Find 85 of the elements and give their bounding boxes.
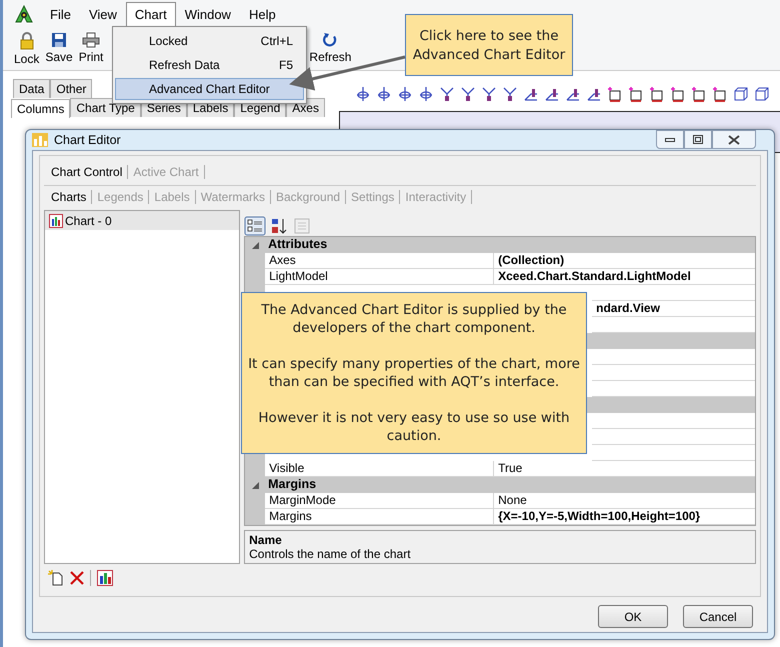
tab[interactable]: Charts bbox=[46, 190, 92, 204]
menu-item[interactable]: Advanced Chart Editor bbox=[115, 78, 304, 100]
shortcut-label: F5 bbox=[278, 58, 293, 72]
menu-item[interactable]: Help bbox=[240, 2, 285, 26]
close-button[interactable] bbox=[712, 130, 756, 149]
menu-item-label: Advanced Chart Editor bbox=[149, 82, 270, 96]
box-tool-icon[interactable] bbox=[607, 86, 623, 102]
menu-item[interactable]: Locked Ctrl+L bbox=[115, 30, 304, 52]
shortcut-label: Ctrl+L bbox=[260, 34, 293, 48]
toolbar-button[interactable]: Lock bbox=[11, 28, 42, 70]
rotate-icon[interactable] bbox=[355, 86, 371, 102]
property-value[interactable]: True bbox=[494, 461, 755, 477]
property-value[interactable]: Xceed.Chart.Standard.LightModel bbox=[494, 269, 755, 285]
save-icon bbox=[51, 32, 68, 48]
axis-tool-icon[interactable] bbox=[439, 86, 455, 102]
toolbar-button[interactable]: Print bbox=[76, 28, 106, 70]
rotate-icon[interactable] bbox=[397, 86, 413, 102]
property-value[interactable]: {X=-10,Y=-5,Width=100,Height=100} bbox=[494, 509, 755, 525]
maximize-button[interactable] bbox=[684, 130, 712, 149]
tab[interactable]: Columns bbox=[11, 99, 70, 118]
property-value[interactable]: ndard.View bbox=[592, 301, 755, 317]
property-name: Axes bbox=[265, 253, 494, 269]
lock-icon bbox=[18, 32, 35, 50]
axis-tool-icon[interactable] bbox=[586, 86, 602, 102]
sort-alphabetical-button[interactable] bbox=[270, 216, 288, 236]
menu-item[interactable]: File bbox=[41, 2, 80, 26]
delete-button[interactable] bbox=[70, 571, 84, 585]
maximize-icon bbox=[693, 135, 703, 144]
property-value[interactable]: None bbox=[494, 493, 755, 509]
tab[interactable]: Chart Control bbox=[46, 165, 128, 179]
menu-item[interactable]: Refresh Data F5 bbox=[115, 54, 304, 76]
category-label: Attributes bbox=[267, 237, 328, 253]
toolbar-button[interactable]: Save bbox=[42, 28, 76, 70]
axis-tool-icon[interactable] bbox=[565, 86, 581, 102]
minimize-icon bbox=[665, 138, 675, 142]
property-name: MarginMode bbox=[265, 493, 494, 509]
printer-icon bbox=[82, 32, 100, 48]
expand-icon[interactable] bbox=[252, 242, 259, 248]
toolbar-button[interactable]: Refresh bbox=[306, 28, 354, 70]
box-tool-icon[interactable] bbox=[649, 86, 665, 102]
box-tool-icon[interactable] bbox=[670, 86, 686, 102]
description-title: Name bbox=[249, 533, 283, 547]
callout-text: It can specify many properties of the chart, more than can be specified with AQT’s interface. bbox=[248, 355, 580, 391]
axis-tool-icon[interactable] bbox=[481, 86, 497, 102]
categorized-view-button[interactable] bbox=[244, 216, 266, 236]
axis-tool-icon[interactable] bbox=[502, 86, 518, 102]
menu-item[interactable]: Window bbox=[176, 2, 240, 26]
rotate-icon[interactable] bbox=[418, 86, 434, 102]
menu-item-label: Locked bbox=[149, 34, 188, 48]
callout-text: However it is not very easy to use so use with caution. bbox=[257, 409, 571, 445]
new-document-button[interactable] bbox=[48, 570, 64, 586]
property-name: LightModel bbox=[265, 269, 494, 285]
category-label: Margins bbox=[267, 477, 318, 493]
cube-icon[interactable] bbox=[733, 86, 749, 102]
callout-text: The Advanced Chart Editor is supplied by the developers of the chart component. bbox=[260, 301, 568, 337]
axis-tool-icon[interactable] bbox=[523, 86, 539, 102]
chart-icon bbox=[32, 133, 48, 147]
window-title: Chart Editor bbox=[54, 133, 121, 147]
bar-chart-icon bbox=[49, 214, 63, 228]
close-icon bbox=[728, 134, 740, 144]
box-tool-icon[interactable] bbox=[691, 86, 707, 102]
rotate-icon[interactable] bbox=[376, 86, 392, 102]
dialog-button[interactable]: OK bbox=[598, 605, 668, 628]
axis-tool-icon[interactable] bbox=[544, 86, 560, 102]
callout-text: Click here to see the Advanced Chart Editor bbox=[412, 27, 566, 65]
description-text: Controls the name of the chart bbox=[249, 547, 412, 561]
property-name: Margins bbox=[265, 509, 494, 525]
chart-properties-button[interactable] bbox=[97, 570, 113, 586]
tab[interactable]: Other bbox=[50, 79, 92, 98]
menu-item-label: Refresh Data bbox=[149, 58, 220, 72]
box-tool-icon[interactable] bbox=[628, 86, 644, 102]
box-tool-icon[interactable] bbox=[712, 86, 728, 102]
app-logo-icon bbox=[15, 5, 33, 23]
cube-icon[interactable] bbox=[754, 86, 770, 102]
property-name: Visible bbox=[265, 461, 494, 477]
chart-list-item[interactable]: Chart - 0 bbox=[45, 211, 240, 230]
expand-icon[interactable] bbox=[252, 482, 259, 488]
menu-item[interactable]: Chart bbox=[126, 2, 176, 26]
dialog-button[interactable]: Cancel bbox=[683, 605, 753, 628]
property-value[interactable]: (Collection) bbox=[494, 253, 755, 269]
minimize-button[interactable] bbox=[656, 130, 684, 149]
menu-item[interactable]: View bbox=[80, 2, 126, 26]
axis-tool-icon[interactable] bbox=[460, 86, 476, 102]
refresh-icon bbox=[322, 32, 338, 48]
tab[interactable]: Data bbox=[13, 79, 50, 98]
